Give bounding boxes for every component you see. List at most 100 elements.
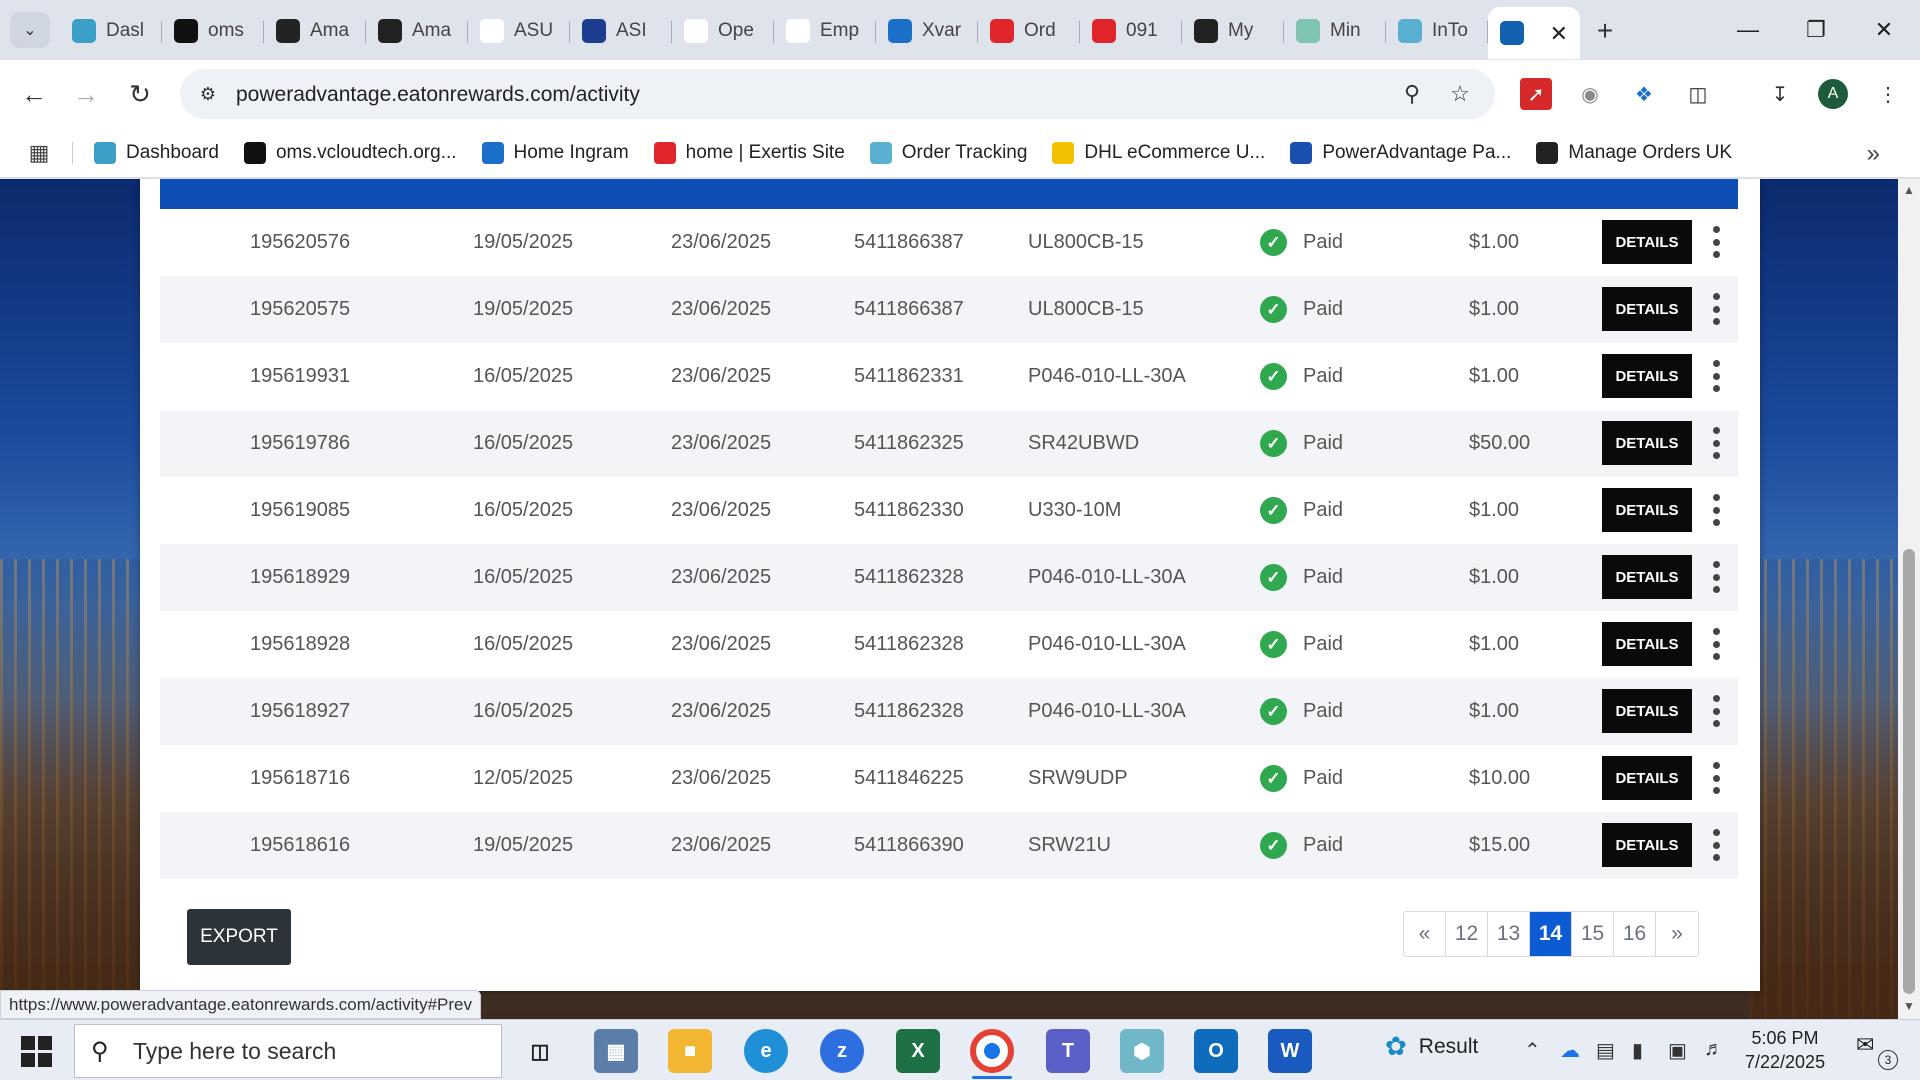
details-button[interactable]: DETAILS <box>1602 689 1692 733</box>
start-button[interactable] <box>14 1034 58 1068</box>
calculator-icon[interactable]: ▦ <box>594 1029 638 1073</box>
browser-tab[interactable]: Ope <box>672 6 774 56</box>
browser-tab[interactable]: 091 <box>1080 6 1182 56</box>
bookmark-item[interactable]: Manage Orders UK <box>1536 142 1732 164</box>
first-page-button[interactable]: « <box>1404 912 1446 956</box>
more-options-icon[interactable] <box>1704 492 1728 528</box>
chevron-double-right-icon[interactable]: » <box>1867 140 1880 168</box>
zoom-icon[interactable]: ⚲ <box>1397 79 1427 109</box>
bookmark-item[interactable]: Dashboard <box>94 142 219 164</box>
bookmark-star-icon[interactable]: ☆ <box>1445 79 1475 109</box>
page-13-button[interactable]: 13 <box>1488 912 1530 956</box>
more-options-icon[interactable] <box>1704 626 1728 662</box>
bookmark-item[interactable]: Home Ingram <box>481 142 629 164</box>
more-options-icon[interactable] <box>1704 425 1728 461</box>
browser-tab[interactable]: oms <box>162 6 264 56</box>
details-button[interactable]: DETAILS <box>1602 756 1692 800</box>
word-icon[interactable]: W <box>1268 1029 1312 1073</box>
bookmark-item[interactable]: DHL eCommerce U... <box>1052 142 1265 164</box>
teams-icon[interactable]: T <box>1046 1029 1090 1073</box>
reload-button[interactable]: ↻ <box>120 74 160 114</box>
new-tab-button[interactable]: + <box>1580 6 1630 56</box>
security-icon[interactable]: ▤ <box>1596 1038 1615 1063</box>
close-window-button[interactable]: ✕ <box>1854 10 1914 50</box>
browser-tab[interactable]: Emp <box>774 6 876 56</box>
page-scrollbar[interactable]: ▲ ▼ <box>1898 179 1920 1019</box>
bookmark-item[interactable]: PowerAdvantage Pa... <box>1290 142 1511 164</box>
weather-widget[interactable]: ✿ Result <box>1385 1031 1478 1062</box>
browser-tab[interactable]: Dasl <box>60 6 162 56</box>
pdf-extension-icon[interactable]: ➚ <box>1520 78 1552 110</box>
scrollbar-thumb[interactable] <box>1903 549 1915 994</box>
excel-icon[interactable]: X <box>896 1029 940 1073</box>
more-options-icon[interactable] <box>1704 693 1728 729</box>
network-icon[interactable]: ▣ <box>1668 1038 1687 1063</box>
bookmark-item[interactable]: Order Tracking <box>869 142 1027 164</box>
globe-extension-icon[interactable]: ◉ <box>1574 78 1606 110</box>
browser-tab[interactable]: ASU <box>468 6 570 56</box>
browser-tab[interactable]: Ama <box>366 6 468 56</box>
profile-avatar[interactable]: A <box>1818 79 1848 109</box>
more-options-icon[interactable] <box>1704 760 1728 796</box>
browser-tab[interactable]: Ama <box>264 6 366 56</box>
more-options-icon[interactable] <box>1704 291 1728 327</box>
details-button[interactable]: DETAILS <box>1602 823 1692 867</box>
outlook-icon[interactable]: O <box>1194 1029 1238 1073</box>
details-button[interactable]: DETAILS <box>1602 488 1692 532</box>
url-text[interactable]: poweradvantage.eatonrewards.com/activity <box>236 83 640 107</box>
download-icon[interactable]: ↧ <box>1764 78 1796 110</box>
scroll-down-icon[interactable]: ▼ <box>1902 999 1916 1013</box>
page-15-button[interactable]: 15 <box>1572 912 1614 956</box>
notification-center-button[interactable]: ✉ 3 <box>1856 1032 1898 1070</box>
forward-button[interactable]: → <box>66 74 106 114</box>
address-bar[interactable]: ⚙ poweradvantage.eatonrewards.com/activi… <box>180 69 1495 119</box>
menu-icon[interactable]: ⋮ <box>1872 78 1904 110</box>
browser-tab[interactable]: Xvar <box>876 6 978 56</box>
more-options-icon[interactable] <box>1704 559 1728 595</box>
site-info-icon[interactable]: ⚙ <box>194 80 222 108</box>
puzzle-icon[interactable]: ◫ <box>1682 78 1714 110</box>
browser-tab[interactable]: InTo <box>1386 6 1488 56</box>
details-button[interactable]: DETAILS <box>1602 421 1692 465</box>
bookmark-item[interactable]: home | Exertis Site <box>653 142 845 164</box>
app-hexagon-icon[interactable]: ⬢ <box>1120 1029 1164 1073</box>
page-12-button[interactable]: 12 <box>1446 912 1488 956</box>
page-14-button[interactable]: 14 <box>1530 912 1572 956</box>
export-button[interactable]: EXPORT <box>187 909 291 965</box>
more-options-icon[interactable] <box>1704 358 1728 394</box>
apps-grid-icon[interactable]: ▦ <box>26 140 52 166</box>
browser-tab[interactable]: ✕ <box>1488 7 1580 59</box>
browser-tab[interactable]: My <box>1182 6 1284 56</box>
details-button[interactable]: DETAILS <box>1602 220 1692 264</box>
system-clock[interactable]: 5:06 PM 7/22/2025 <box>1745 1026 1825 1074</box>
browser-tab[interactable]: Min <box>1284 6 1386 56</box>
browser-tab[interactable]: ASI <box>570 6 672 56</box>
browser-tab[interactable]: Ord <box>978 6 1080 56</box>
details-button[interactable]: DETAILS <box>1602 354 1692 398</box>
taskbar-search[interactable]: ⚲ Type here to search <box>74 1024 502 1078</box>
restore-button[interactable]: ❐ <box>1786 10 1846 50</box>
tab-search-button[interactable]: ⌄ <box>10 12 50 48</box>
details-button[interactable]: DETAILS <box>1602 622 1692 666</box>
close-tab-icon[interactable]: ✕ <box>1550 21 1568 47</box>
battery-icon[interactable]: ▮ <box>1632 1038 1643 1063</box>
details-button[interactable]: DETAILS <box>1602 287 1692 331</box>
chrome-icon[interactable] <box>970 1029 1014 1073</box>
page-16-button[interactable]: 16 <box>1614 912 1656 956</box>
last-page-button[interactable]: » <box>1656 912 1698 956</box>
minimize-button[interactable]: — <box>1718 10 1778 50</box>
more-options-icon[interactable] <box>1704 224 1728 260</box>
edge-icon[interactable]: e <box>744 1029 788 1073</box>
zoho-icon[interactable]: z <box>820 1029 864 1073</box>
task-view-icon[interactable]: ◫ <box>518 1029 562 1073</box>
scroll-up-icon[interactable]: ▲ <box>1902 183 1916 197</box>
file-explorer-icon[interactable]: ■ <box>668 1029 712 1073</box>
volume-icon[interactable]: ♬ <box>1704 1038 1724 1061</box>
chevron-up-icon[interactable]: ⌃ <box>1524 1038 1541 1063</box>
bookmark-item[interactable]: oms.vcloudtech.org... <box>243 142 457 164</box>
extension-icon[interactable]: ❖ <box>1628 78 1660 110</box>
details-button[interactable]: DETAILS <box>1602 555 1692 599</box>
more-options-icon[interactable] <box>1704 827 1728 863</box>
onedrive-icon[interactable]: ☁ <box>1560 1038 1580 1063</box>
back-button[interactable]: ← <box>14 74 54 114</box>
